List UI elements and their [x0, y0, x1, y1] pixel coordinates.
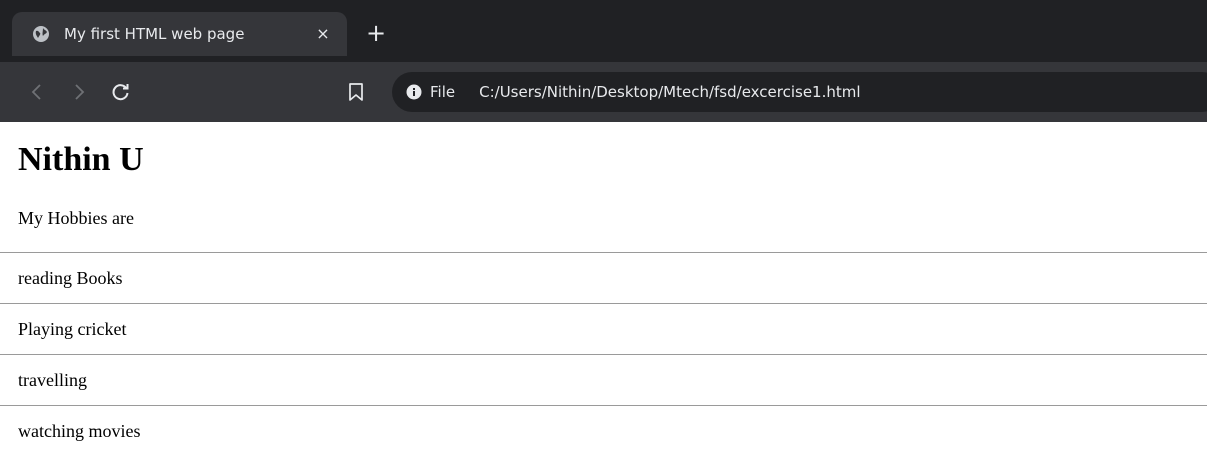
toolbar: File C:/Users/Nithin/Desktop/Mtech/fsd/e…: [0, 62, 1207, 122]
divider: [0, 354, 1207, 355]
list-item: watching movies: [18, 421, 141, 441]
divider: [0, 303, 1207, 304]
list-item: travelling: [18, 370, 87, 390]
close-icon[interactable]: ×: [313, 24, 333, 44]
list-item: reading Books: [18, 268, 123, 288]
divider: [0, 252, 1207, 253]
reload-icon: [112, 84, 129, 101]
back-button[interactable]: [22, 77, 52, 107]
hobbies-list: reading Books: [18, 253, 1189, 303]
globe-icon: [32, 25, 50, 43]
url-text[interactable]: C:/Users/Nithin/Desktop/Mtech/fsd/excerc…: [479, 83, 860, 101]
tab-title: My first HTML web page: [64, 25, 245, 43]
back-arrow-icon: [31, 84, 41, 100]
hobbies-intro: My Hobbies are: [18, 208, 134, 228]
tab-active[interactable]: My first HTML web page ×: [12, 12, 347, 56]
forward-arrow-icon: [75, 84, 85, 100]
new-tab-button[interactable]: +: [363, 20, 389, 46]
page-title: Nithin U: [18, 141, 144, 178]
bookmark-icon: [349, 83, 363, 101]
info-icon[interactable]: [406, 84, 422, 100]
hobbies-list: Playing cricket: [18, 304, 1189, 354]
forward-button[interactable]: [64, 77, 94, 107]
browser-chrome: My first HTML web page × + File C:/Users…: [0, 0, 1207, 122]
page-content: Nithin U My Hobbies are reading Books Pl…: [0, 139, 1207, 456]
divider: [0, 405, 1207, 406]
reload-button[interactable]: [106, 77, 136, 107]
hobbies-list: travelling: [18, 355, 1189, 405]
list-item: Playing cricket: [18, 319, 127, 339]
tab-strip: My first HTML web page × +: [0, 0, 1207, 62]
scheme-label[interactable]: File: [430, 83, 455, 101]
bookmark-button[interactable]: [345, 81, 367, 103]
address-bar[interactable]: File C:/Users/Nithin/Desktop/Mtech/fsd/e…: [392, 72, 1207, 112]
hobbies-list: watching movies: [18, 406, 1189, 456]
